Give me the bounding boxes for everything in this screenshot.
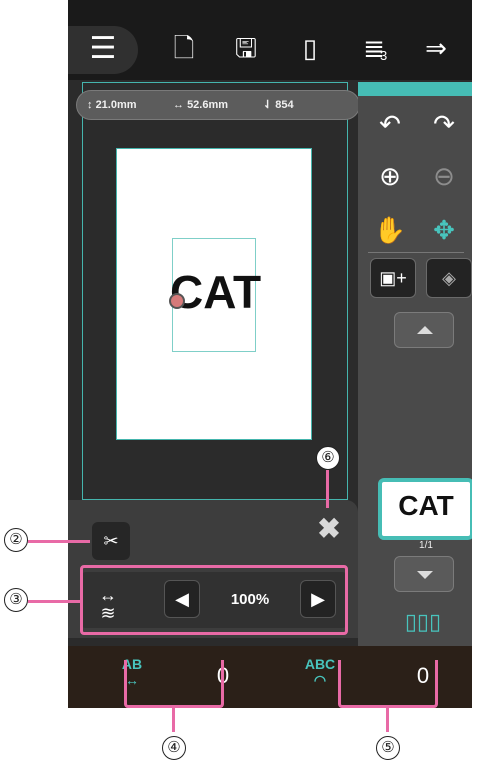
callout-3: ③ [4, 588, 28, 612]
height-measure: ↕ 21.0mm [87, 99, 137, 111]
scroll-up-button[interactable] [394, 312, 454, 348]
design-thumbnail[interactable]: CAT [378, 478, 472, 540]
thread-icon[interactable]: ≣ 3 [356, 30, 392, 66]
highlight-arc [338, 660, 438, 708]
thread-count: 3 [380, 48, 388, 63]
needle-position-icon [169, 293, 185, 309]
close-button[interactable]: ✖ [312, 512, 346, 546]
up-arrow-icon [417, 326, 433, 334]
callout-5-line [386, 708, 389, 732]
zoom-out-icon[interactable]: ⊖ [422, 156, 466, 196]
stitch-value: 854 [275, 99, 294, 111]
callout-5: ⑤ [376, 736, 400, 760]
side-panel-accent [358, 82, 472, 96]
hamburger-icon: ☰ [89, 32, 117, 65]
add-image-button[interactable]: ▣+ [370, 258, 416, 298]
width-measure: ↔ 52.6mm [173, 99, 229, 111]
highlight-size-row [80, 565, 348, 635]
menu-button[interactable]: ☰ [68, 26, 138, 74]
highlight-spacing [124, 660, 224, 708]
zoom-in-icon[interactable]: ⊕ [368, 156, 412, 196]
move-icon[interactable]: ✥ [422, 210, 466, 250]
thumbnail-text: CAT [398, 490, 454, 521]
save-icon[interactable]: 🖫 [228, 30, 264, 66]
next-icon[interactable]: ⇒ [418, 30, 454, 66]
page-count: 1/1 [419, 540, 433, 551]
hand-icon[interactable]: ✋ [368, 210, 412, 250]
side-divider [368, 252, 464, 253]
close-icon: ✖ [317, 513, 341, 544]
height-value: 21.0mm [95, 99, 137, 111]
new-file-icon[interactable]: 🗋 [166, 30, 202, 66]
width-value: 52.6mm [187, 99, 229, 111]
callout-2-line [28, 540, 90, 543]
callout-4: ④ [162, 736, 186, 760]
callout-6: ⑥ [316, 446, 340, 470]
edit-tool-button[interactable]: ✂ [92, 522, 130, 560]
down-arrow-icon [417, 571, 433, 579]
layers-icon: ◈ [442, 268, 456, 288]
measurement-bar: ↕ 21.0mm ↔ 52.6mm ⇃ 854 [76, 90, 360, 120]
thread-cut-icon: ✂ [103, 531, 119, 551]
hoop-icon[interactable]: ▯ [292, 30, 328, 66]
add-image-icon: ▣+ [379, 268, 407, 288]
callout-2: ② [4, 528, 28, 552]
stitch-measure: ⇃ 854 [263, 99, 294, 111]
arc-label: ABC [304, 656, 336, 672]
callout-3-line [28, 600, 82, 603]
redo-icon[interactable]: ↷ [422, 104, 466, 144]
view-toggle-icon[interactable]: ▯▯▯ [390, 608, 456, 636]
scroll-down-button[interactable] [394, 556, 454, 592]
design-text: CAT [170, 266, 262, 318]
layers-button[interactable]: ◈ [426, 258, 472, 298]
undo-icon[interactable]: ↶ [368, 104, 412, 144]
arc-icon[interactable]: ABC ◠ [300, 656, 340, 696]
top-toolbar: ☰ 🗋 🖫 ▯ ≣ 3 ⇒ [68, 0, 472, 80]
callout-6-line [326, 470, 329, 508]
callout-4-line [172, 708, 175, 732]
